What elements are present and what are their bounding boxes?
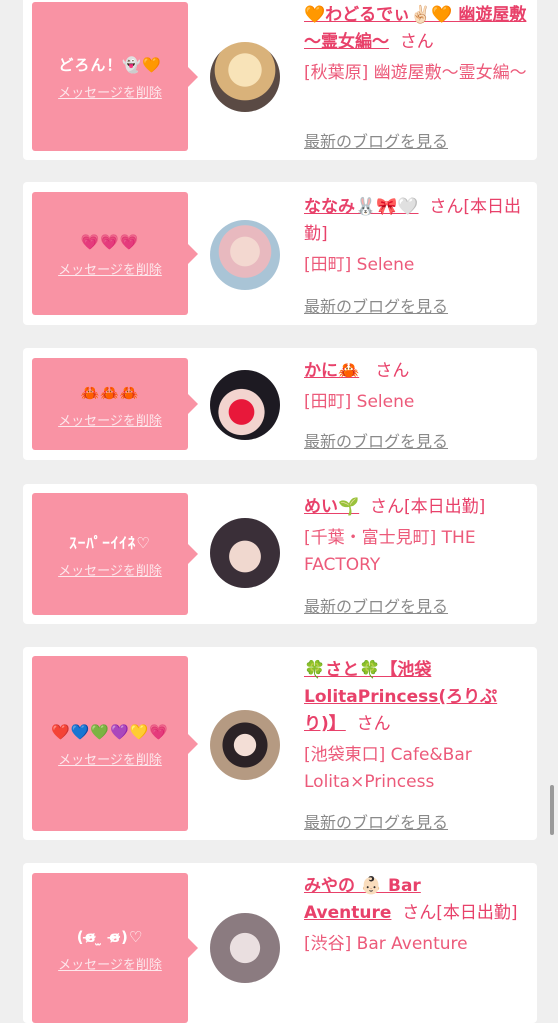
delete-message-link[interactable]: メッセージを削除 (58, 749, 162, 768)
blog-link[interactable]: 最新のブログを見る (304, 593, 448, 617)
shop-name: [田町] Selene (304, 392, 415, 412)
message-bubble: (ɞ̴̶̷ ̫ ɞ̴̶̷)♡ メッセージを削除 (32, 873, 198, 1023)
avatar[interactable] (210, 913, 280, 983)
shop-name: [田町] Selene (304, 255, 415, 275)
shop-name: [池袋東口] Cafe&Bar Lolita×Princess (304, 745, 472, 792)
shop-name: [渋谷] Bar Aventure (304, 934, 468, 954)
message-text: (ɞ̴̶̷ ̫ ɞ̴̶̷)♡ (76, 927, 144, 946)
message-bubble: どろん！👻🧡 メッセージを削除 (32, 2, 198, 151)
blog-link[interactable]: 最新のブログを見る (304, 428, 448, 452)
cast-info: かに🦀 さん [田町] Selene (304, 358, 529, 416)
message-card: (ɞ̴̶̷ ̫ ɞ̴̶̷)♡ メッセージを削除 みやの 👶🏻 Bar Avent… (23, 863, 537, 1023)
avatar[interactable] (210, 518, 280, 588)
message-bubble: ❤️💙💚💜💛💗 メッセージを削除 (32, 656, 198, 831)
cast-name-link[interactable]: 🍀さと🍀【池袋LolitaPrincess(ろりぷり)】 (304, 660, 497, 734)
message-card: 💗💗💗 メッセージを削除 ななみ🐰🎀🤍 さん[本日出勤] [田町] Selene… (23, 182, 537, 325)
cast-name-link[interactable]: ななみ🐰🎀🤍 (304, 197, 419, 217)
message-card: ❤️💙💚💜💛💗 メッセージを削除 🍀さと🍀【池袋LolitaPrincess(ろ… (23, 647, 537, 840)
cast-name-link[interactable]: かに🦀 (304, 361, 359, 381)
delete-message-link[interactable]: メッセージを削除 (58, 560, 162, 579)
delete-message-link[interactable]: メッセージを削除 (58, 82, 162, 101)
honorific: さん (356, 714, 391, 734)
blog-link[interactable]: 最新のブログを見る (304, 293, 448, 317)
cast-info: めい🌱 さん[本日出勤] [千葉・富士見町] THE FACTORY (304, 494, 529, 579)
avatar[interactable] (210, 710, 280, 780)
cast-name-link[interactable]: めい🌱 (304, 497, 359, 517)
blog-link[interactable]: 最新のブログを見る (304, 809, 448, 833)
honorific: さん (375, 361, 410, 381)
message-bubble: 💗💗💗 メッセージを削除 (32, 192, 198, 315)
message-text: 🦀🦀🦀 (80, 383, 140, 402)
message-text: どろん！👻🧡 (58, 56, 162, 74)
delete-message-link[interactable]: メッセージを削除 (58, 259, 162, 278)
message-card: どろん！👻🧡 メッセージを削除 🧡わどるでぃ✌🏻🧡 幽遊屋敷 〜霊女編〜 さん … (23, 0, 537, 160)
avatar[interactable] (210, 220, 280, 290)
avatar[interactable] (210, 42, 280, 112)
avatar[interactable] (210, 370, 280, 440)
message-text: 💗💗💗 (80, 233, 140, 251)
shop-name: [秋葉原] 幽遊屋敷〜霊女編〜 (304, 63, 527, 83)
honorific: さん (399, 32, 434, 52)
message-card: ｽｰﾊﾟｰｲｲﾈ♡ メッセージを削除 めい🌱 さん[本日出勤] [千葉・富士見町… (23, 484, 537, 624)
honorific: さん[本日出勤] (369, 497, 486, 517)
delete-message-link[interactable]: メッセージを削除 (58, 410, 162, 429)
scrollbar[interactable] (550, 785, 554, 835)
delete-message-link[interactable]: メッセージを削除 (58, 954, 162, 973)
honorific: さん[本日出勤] (402, 903, 518, 923)
cast-info: ななみ🐰🎀🤍 さん[本日出勤] [田町] Selene (304, 194, 529, 279)
cast-info: 🍀さと🍀【池袋LolitaPrincess(ろりぷり)】 さん [池袋東口] C… (304, 657, 529, 796)
cast-info: 🧡わどるでぃ✌🏻🧡 幽遊屋敷 〜霊女編〜 さん [秋葉原] 幽遊屋敷〜霊女編〜 (304, 2, 529, 87)
message-text: ❤️💙💚💜💛💗 (50, 723, 170, 741)
cast-info: みやの 👶🏻 Bar Aventure さん[本日出勤] [渋谷] Bar Av… (304, 873, 529, 958)
message-text: ｽｰﾊﾟｰｲｲﾈ♡ (69, 533, 151, 552)
message-card: 🦀🦀🦀 メッセージを削除 かに🦀 さん [田町] Selene 最新のブログを見… (23, 348, 537, 460)
shop-name: [千葉・富士見町] THE FACTORY (304, 528, 476, 575)
blog-link[interactable]: 最新のブログを見る (304, 128, 448, 152)
message-bubble: ｽｰﾊﾟｰｲｲﾈ♡ メッセージを削除 (32, 493, 198, 615)
message-bubble: 🦀🦀🦀 メッセージを削除 (32, 358, 198, 450)
